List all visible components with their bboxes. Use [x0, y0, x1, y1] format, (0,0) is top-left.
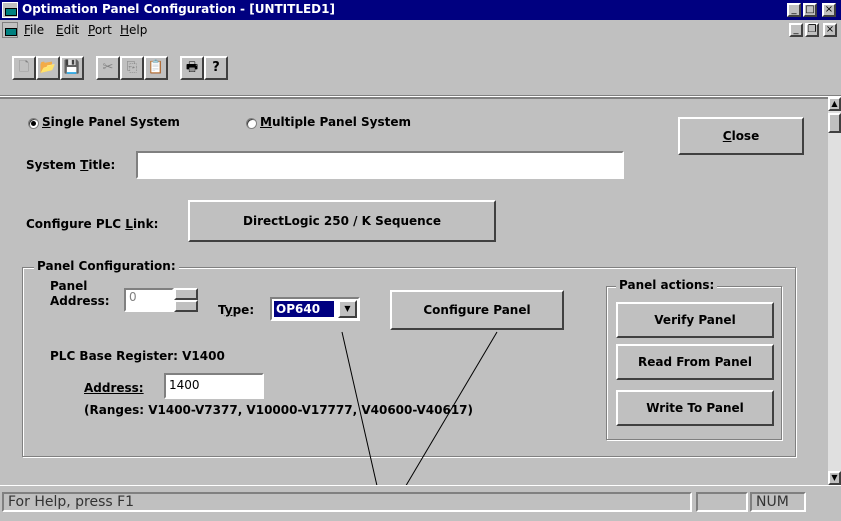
status-pane-empty [696, 492, 748, 512]
status-bar: For Help, press F1 NUM [0, 485, 841, 521]
resize-grip[interactable] [808, 492, 838, 512]
status-num-indicator: NUM [750, 492, 806, 512]
callout-lines [341, 331, 498, 521]
status-help-text: For Help, press F1 [2, 492, 692, 512]
